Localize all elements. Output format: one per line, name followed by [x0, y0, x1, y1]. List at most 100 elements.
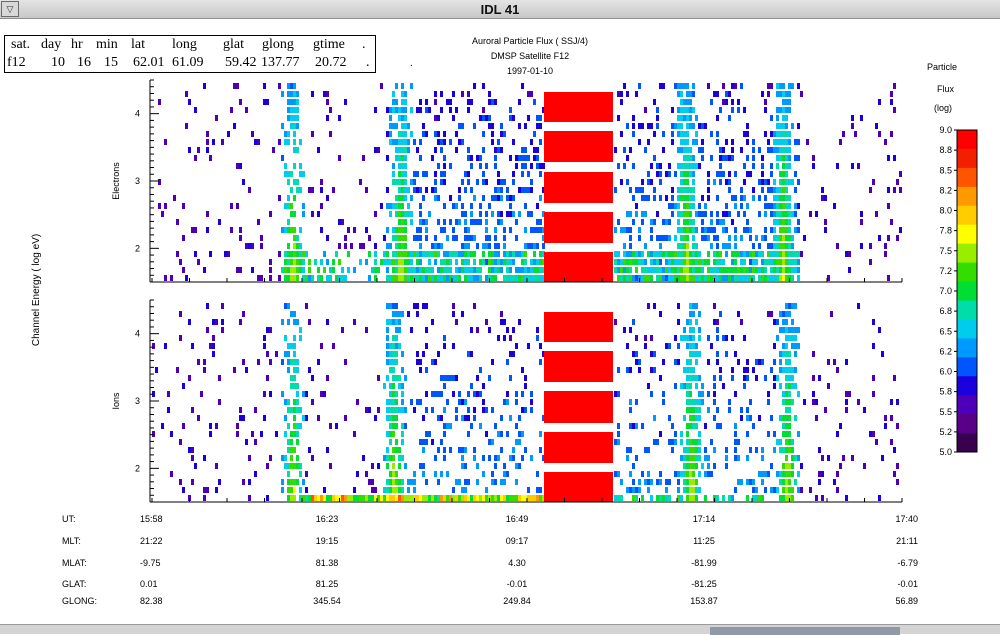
- spectrogram-cell: [170, 471, 173, 477]
- spectrogram-cell: [512, 275, 515, 281]
- spectrogram-cell: [410, 107, 413, 113]
- spectrogram-cell: [773, 383, 776, 389]
- spectrogram-cell: [419, 211, 422, 217]
- spectrogram-cell: [458, 399, 461, 405]
- spectrogram-cell: [746, 367, 749, 373]
- spectrogram-cell: [659, 251, 662, 257]
- spectrogram-cell: [626, 367, 629, 373]
- spectrogram-cell: [398, 251, 401, 257]
- spectrogram-cell: [785, 303, 788, 309]
- spectrogram-cell: [401, 391, 404, 397]
- spectrogram-cell: [494, 155, 497, 161]
- spectrogram-cell: [824, 219, 827, 225]
- spectrogram-cell: [251, 243, 254, 249]
- spectrogram-cell: [779, 415, 782, 421]
- spectrogram-cell: [299, 139, 302, 145]
- spectrogram-cell: [836, 367, 839, 373]
- spectrogram-cell: [296, 383, 299, 389]
- spectrogram-cell: [779, 479, 782, 485]
- spectrogram-cell: [515, 479, 518, 485]
- spectrogram-cell: [785, 107, 788, 113]
- spectrogram-cell: [683, 447, 686, 453]
- spectrogram-cell: [500, 447, 503, 453]
- spectrogram-cell: [494, 267, 497, 273]
- spectrogram-cell: [671, 211, 674, 217]
- spectrogram-cell: [389, 259, 392, 265]
- spectrogram-cell: [350, 243, 353, 249]
- spectrogram-cell: [746, 495, 749, 501]
- spectrogram-cell: [665, 195, 668, 201]
- spectrogram-cell: [365, 407, 368, 413]
- spectrogram-cell: [671, 139, 674, 145]
- spectrogram-cell: [788, 423, 791, 429]
- spectrogram-cell: [707, 275, 710, 281]
- spectrogram-cell: [278, 251, 281, 257]
- spectrogram-cell: [206, 211, 209, 217]
- spectrogram-cell: [239, 319, 242, 325]
- spectrogram-cell: [293, 259, 296, 265]
- spectrogram-cell: [746, 455, 749, 461]
- spectrogram-cell: [683, 131, 686, 137]
- spectrogram-cell: [746, 415, 749, 421]
- spectrogram-cell: [740, 259, 743, 265]
- spectrogram-cell: [770, 415, 773, 421]
- spectrogram-cell: [680, 383, 683, 389]
- spectrogram-cell: [296, 91, 299, 97]
- spectrogram-cell: [785, 275, 788, 281]
- spectrogram-cell: [875, 123, 878, 129]
- spectrogram-cell: [746, 227, 749, 233]
- spectrogram-cell: [791, 399, 794, 405]
- spectrogram-cell: [629, 399, 632, 405]
- spectrogram-cell: [674, 359, 677, 365]
- spectrogram-cell: [629, 267, 632, 273]
- spectrogram-cell: [413, 251, 416, 257]
- spectrogram-cell: [287, 251, 290, 257]
- spectrogram-cell: [482, 259, 485, 265]
- spectrogram-cell: [479, 163, 482, 169]
- spectrogram-cell: [779, 267, 782, 273]
- colorbar-swatch: [957, 148, 977, 169]
- spectrogram-cell: [692, 487, 695, 493]
- spectrogram-cell: [419, 267, 422, 273]
- spectrogram-cell: [689, 479, 692, 485]
- spectrogram-cell: [680, 243, 683, 249]
- spectrogram-cell: [770, 187, 773, 193]
- spectrogram-cell: [293, 335, 296, 341]
- spectrogram-cell: [701, 383, 704, 389]
- spectrogram-cell: [413, 479, 416, 485]
- spectrogram-cell: [233, 123, 236, 129]
- colorbar-swatch: [957, 262, 977, 283]
- spectrogram-cell: [734, 267, 737, 273]
- spectrogram-cell: [512, 495, 515, 501]
- spectrogram-cell: [398, 243, 401, 249]
- spectrogram-cell: [758, 211, 761, 217]
- spectrogram-cell: [398, 179, 401, 185]
- spectrogram-cell: [620, 275, 623, 281]
- spectrogram-cell: [536, 243, 539, 249]
- spectrogram-cell: [257, 359, 260, 365]
- spectrogram-cell: [662, 267, 665, 273]
- spectrogram-cell: [689, 327, 692, 333]
- spectrogram-cell: [686, 155, 689, 161]
- spectrogram-cell: [416, 399, 419, 405]
- spectrogram-cell: [785, 311, 788, 317]
- spectrogram-cell: [629, 327, 632, 333]
- spectrogram-cell: [341, 275, 344, 281]
- spectrogram-cell: [419, 203, 422, 209]
- spectrogram-cell: [458, 267, 461, 273]
- spectrogram-cell: [770, 115, 773, 121]
- spectrogram-cell: [392, 227, 395, 233]
- spectrogram-cell: [467, 431, 470, 437]
- spectrogram-cell: [782, 495, 785, 501]
- spectrogram-cell: [410, 399, 413, 405]
- spectrogram-cell: [401, 91, 404, 97]
- spectrogram-cell: [482, 195, 485, 201]
- spectrogram-cell: [422, 447, 425, 453]
- spectrogram-cell: [440, 243, 443, 249]
- spectrogram-cell: [404, 107, 407, 113]
- spectrogram-cell: [344, 275, 347, 281]
- spectrogram-cell: [512, 139, 515, 145]
- spectrogram-cell: [497, 147, 500, 153]
- spectrogram-cell: [797, 455, 800, 461]
- spectrogram-cell: [539, 431, 542, 437]
